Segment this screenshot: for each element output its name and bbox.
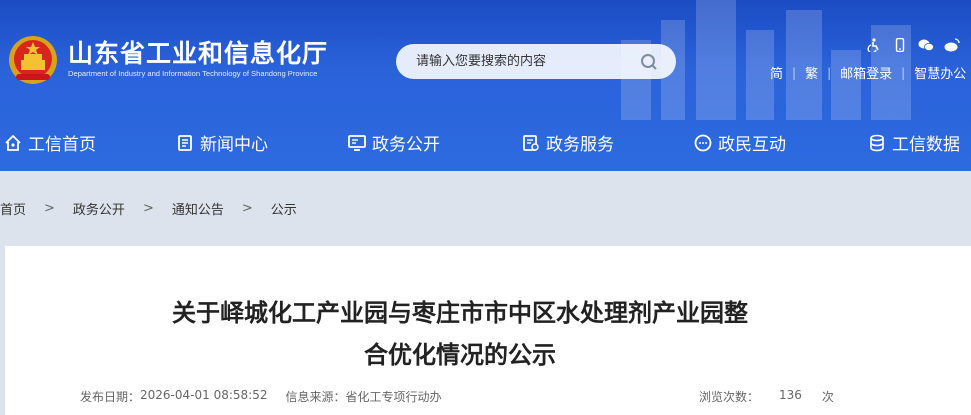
nav-label: 政务公开 xyxy=(372,135,440,155)
national-emblem-icon xyxy=(9,36,57,84)
wechat-icon[interactable] xyxy=(918,38,934,52)
source: 省化工专项行动办 xyxy=(345,390,442,404)
breadcrumb-home[interactable]: 首页 xyxy=(0,199,26,218)
divider: | xyxy=(901,65,906,80)
breadcrumb-current[interactable]: 公示 xyxy=(271,199,297,218)
nav-label: 工信首页 xyxy=(28,135,96,155)
database-icon xyxy=(870,134,884,151)
nav-item-gov-service[interactable]: 政务服务 xyxy=(522,130,614,155)
news-icon xyxy=(178,134,192,151)
main-nav: 工信首页 新闻中心 政务公开 政务服务 政民互动 工信数据 xyxy=(0,122,971,162)
top-links: 简 | 繁 | 邮箱登录 | 智慧办公 xyxy=(770,63,966,83)
home-icon xyxy=(5,134,21,151)
weibo-icon[interactable] xyxy=(944,38,960,52)
search-icon[interactable] xyxy=(640,53,658,71)
site-name: 山东省工业和信息化厅 xyxy=(68,39,329,68)
monitor-icon xyxy=(348,134,366,151)
service-icon xyxy=(523,134,539,151)
mobile-icon[interactable] xyxy=(892,38,908,52)
nav-item-home[interactable]: 工信首页 xyxy=(4,130,96,155)
nav-label: 工信数据 xyxy=(892,135,960,155)
breadcrumb-separator: > xyxy=(142,201,154,216)
smart-office-link[interactable]: 智慧办公 xyxy=(914,63,966,82)
site-name-en: Department of Industry and Information T… xyxy=(68,69,318,78)
publish-date: 2026-04-01 08:58:52 xyxy=(140,388,268,402)
publish-date-label: 发布日期： xyxy=(80,390,141,404)
view-count-unit: 次 xyxy=(821,390,834,404)
traditional-chinese-link[interactable]: 繁 xyxy=(805,63,818,82)
nav-label: 政务服务 xyxy=(546,135,614,155)
simplified-chinese-link[interactable]: 简 xyxy=(770,63,783,82)
breadcrumb-separator: > xyxy=(44,201,55,216)
view-count-value: 136 xyxy=(779,388,802,402)
site-header: 山东省工业和信息化厅 Department of Industry and In… xyxy=(0,0,971,171)
article-title: 关于峄城化工产业园与枣庄市市中区水处理剂产业园整 合优化情况的公示 xyxy=(5,292,915,376)
breadcrumb-gov-affairs[interactable]: 政务公开 xyxy=(73,199,125,218)
view-count: 浏览次数： 136 次 xyxy=(699,388,834,405)
article-card: 关于峄城化工产业园与枣庄市市中区水处理剂产业园整 合优化情况的公示 发布日期： … xyxy=(5,246,971,415)
view-count-label: 浏览次数： xyxy=(699,390,760,404)
article-title-line-2: 合优化情况的公示 xyxy=(364,341,556,369)
nav-label: 政民互动 xyxy=(718,135,786,155)
divider: | xyxy=(792,65,797,80)
mail-login-link[interactable]: 邮箱登录 xyxy=(840,63,892,82)
breadcrumb-notices[interactable]: 通知公告 xyxy=(172,199,224,218)
breadcrumb-separator: > xyxy=(241,201,253,216)
accessibility-icon[interactable] xyxy=(866,38,882,52)
divider: | xyxy=(827,65,832,80)
search-box xyxy=(396,44,676,79)
chat-icon xyxy=(694,134,712,151)
breadcrumb: 首页 > 政务公开 > 通知公告 > 公示 xyxy=(0,199,297,218)
site-logo[interactable]: 山东省工业和信息化厅 Department of Industry and In… xyxy=(8,34,328,86)
nav-label: 新闻中心 xyxy=(200,135,268,155)
nav-item-news[interactable]: 新闻中心 xyxy=(176,130,268,155)
article-title-line-1: 关于峄城化工产业园与枣庄市市中区水处理剂产业园整 xyxy=(172,299,748,327)
nav-item-gov-affairs[interactable]: 政务公开 xyxy=(348,130,440,155)
search-input[interactable] xyxy=(416,54,626,69)
nav-item-data[interactable]: 工信数据 xyxy=(868,130,960,155)
article-meta: 发布日期： 2026-04-01 08:58:52 信息来源： 省化工专项行动办 xyxy=(80,388,442,405)
nav-item-interaction[interactable]: 政民互动 xyxy=(694,130,786,155)
source-label: 信息来源： xyxy=(285,390,346,404)
tool-icons xyxy=(866,38,960,52)
